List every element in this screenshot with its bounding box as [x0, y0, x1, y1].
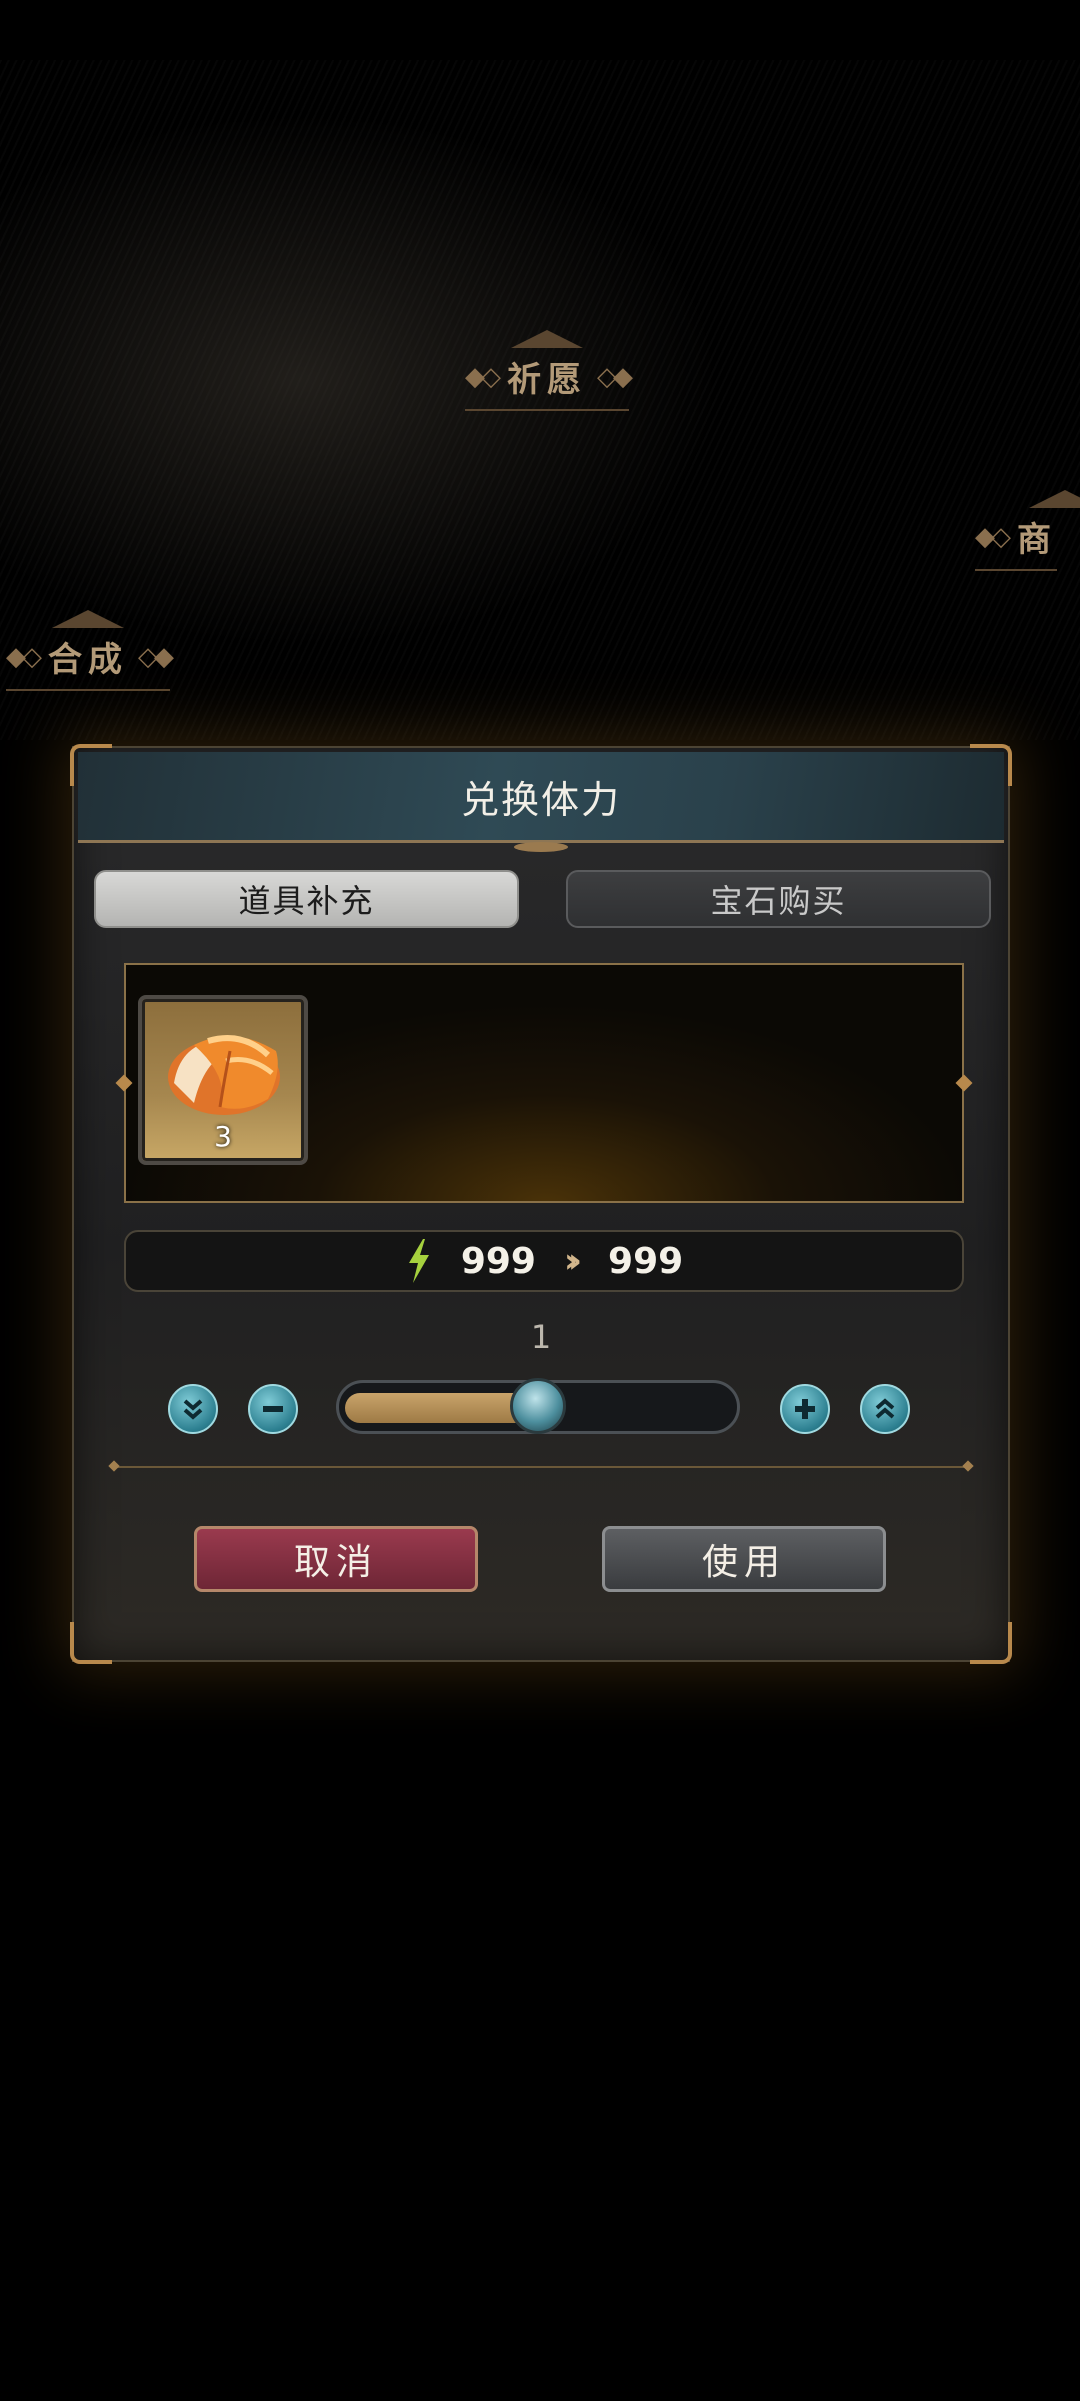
corner-ornament: [970, 1622, 1012, 1664]
bg-menu-shop-label: 商: [1017, 520, 1057, 560]
ornament-icon: ◇◆: [597, 361, 633, 392]
lightning-bolt-icon: [408, 1239, 429, 1283]
quantity-decrease-button[interactable]: [248, 1384, 298, 1434]
tab-gem-purchase[interactable]: 宝石购买: [566, 870, 991, 928]
bg-menu-craft-label: 合成: [48, 640, 128, 680]
minus-icon: [263, 1406, 283, 1412]
quantity-value: 1: [530, 1318, 552, 1356]
stamina-preview-bar: 999 ›› 999: [124, 1230, 964, 1292]
quantity-increase-button[interactable]: [780, 1384, 830, 1434]
item-slot-bread[interactable]: 3: [138, 995, 308, 1165]
quantity-max-button[interactable]: [860, 1384, 910, 1434]
exchange-stamina-dialog: 兑换体力 道具补充 宝石购买 3 999 ›› 999 1 取消 使用: [70, 744, 1012, 1664]
panel-diamond-ornament: [115, 1074, 133, 1092]
dialog-header: 兑换体力: [78, 752, 1004, 852]
panel-diamond-ornament: [955, 1074, 973, 1092]
ornament-icon: ◆◇: [6, 641, 42, 672]
cancel-button[interactable]: 取消: [194, 1526, 478, 1592]
ornament-icon: ◆◇: [465, 361, 501, 392]
item-selection-panel: 3: [115, 963, 973, 1203]
use-button[interactable]: 使用: [602, 1526, 886, 1592]
quantity-min-button[interactable]: [168, 1384, 218, 1434]
header-gem-ornament: [514, 842, 568, 852]
double-chevron-down-icon: [183, 1399, 203, 1420]
plus-icon: [795, 1399, 815, 1419]
tab-item-refill[interactable]: 道具补充: [94, 870, 519, 928]
corner-ornament: [70, 1622, 112, 1664]
bg-menu-wish-label: 祈愿: [507, 360, 587, 400]
item-count: 3: [214, 1120, 232, 1153]
bg-menu-craft: ◆◇ 合成 ◇◆: [6, 610, 174, 691]
ornament-icon: ◆◇: [975, 521, 1011, 552]
bg-menu-wish: ◆◇ 祈愿 ◇◆: [465, 330, 633, 411]
ornament-icon: ◇◆: [138, 641, 174, 672]
bg-menu-shop: ◆◇ 商: [975, 490, 1080, 571]
section-divider: [114, 1466, 968, 1468]
bread-icon: [168, 1035, 280, 1115]
slider-handle[interactable]: [510, 1378, 566, 1434]
stamina-current: 999: [460, 1240, 536, 1282]
double-chevron-up-icon: [875, 1398, 895, 1419]
double-chevron-right-icon: ››: [563, 1241, 582, 1281]
dialog-title: 兑换体力: [460, 777, 621, 822]
stamina-after: 999: [608, 1240, 684, 1282]
